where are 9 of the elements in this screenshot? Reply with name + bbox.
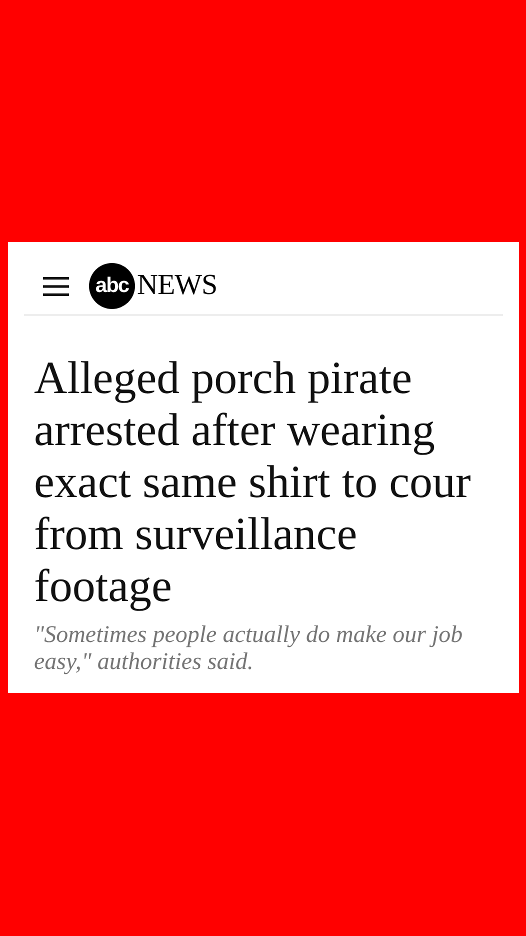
headline-line: arrested after wearing [34, 404, 436, 456]
subheadline: "Sometimes people actually do make our job easy," authorities said. [33, 621, 464, 676]
headline-line: Alleged porch pirate [34, 352, 414, 404]
headline-line: from surveillance [34, 508, 358, 560]
headline-line: footage [34, 560, 173, 612]
logo[interactable]: abc [89, 263, 135, 309]
menu-icon[interactable] [43, 276, 69, 296]
headline-line: exact same shirt to cour [34, 456, 472, 508]
logo-wordmark[interactable]: NEWS [137, 264, 218, 308]
